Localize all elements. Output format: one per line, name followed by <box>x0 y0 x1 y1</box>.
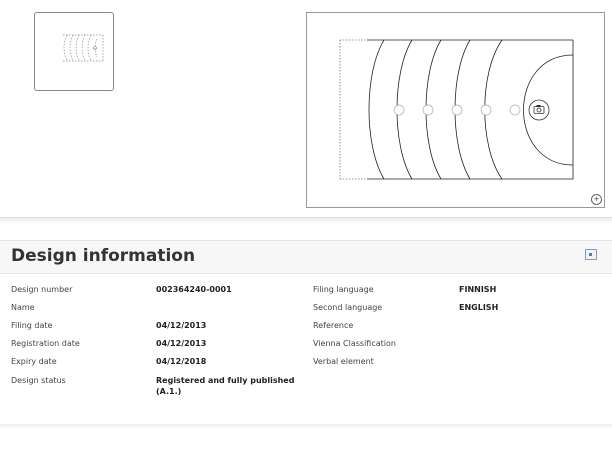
design-status-value: Registered and fully published (A.1.) <box>156 376 295 396</box>
expiry-date-value: 04/12/2018 <box>156 357 207 366</box>
zoom-in-icon[interactable]: + <box>591 194 602 205</box>
second-language-value: ENGLISH <box>459 303 499 312</box>
design-information-section: Design information Design number 0023642… <box>0 240 612 427</box>
design-drawing <box>339 39 574 180</box>
field-label: Expiry date <box>11 357 57 366</box>
field-label: Verbal element <box>313 357 374 366</box>
field-label: Vienna Classification <box>313 339 396 348</box>
field-label: Design status <box>11 376 66 385</box>
filing-language-value: FINNISH <box>459 285 497 294</box>
section-header: Design information <box>0 241 612 274</box>
field-label: Registration date <box>11 339 80 348</box>
registration-date-value: 04/12/2013 <box>156 339 207 348</box>
section-shadow <box>0 424 612 429</box>
field-label: Filing date <box>11 321 53 330</box>
field-label: Second language <box>313 303 383 312</box>
section-title: Design information <box>11 246 196 266</box>
panel-shadow <box>0 218 612 224</box>
filing-date-value: 04/12/2013 <box>156 321 207 330</box>
image-panel: + <box>0 0 612 218</box>
design-preview[interactable]: + <box>306 12 605 208</box>
thumbnail-drawing <box>63 34 104 62</box>
collapse-icon[interactable] <box>585 249 597 260</box>
field-label: Reference <box>313 321 354 330</box>
field-label: Filing language <box>313 285 374 294</box>
design-number-value: 002364240-0001 <box>156 285 232 294</box>
design-thumbnail[interactable] <box>34 12 114 91</box>
field-label: Name <box>11 303 35 312</box>
field-label: Design number <box>11 285 73 294</box>
